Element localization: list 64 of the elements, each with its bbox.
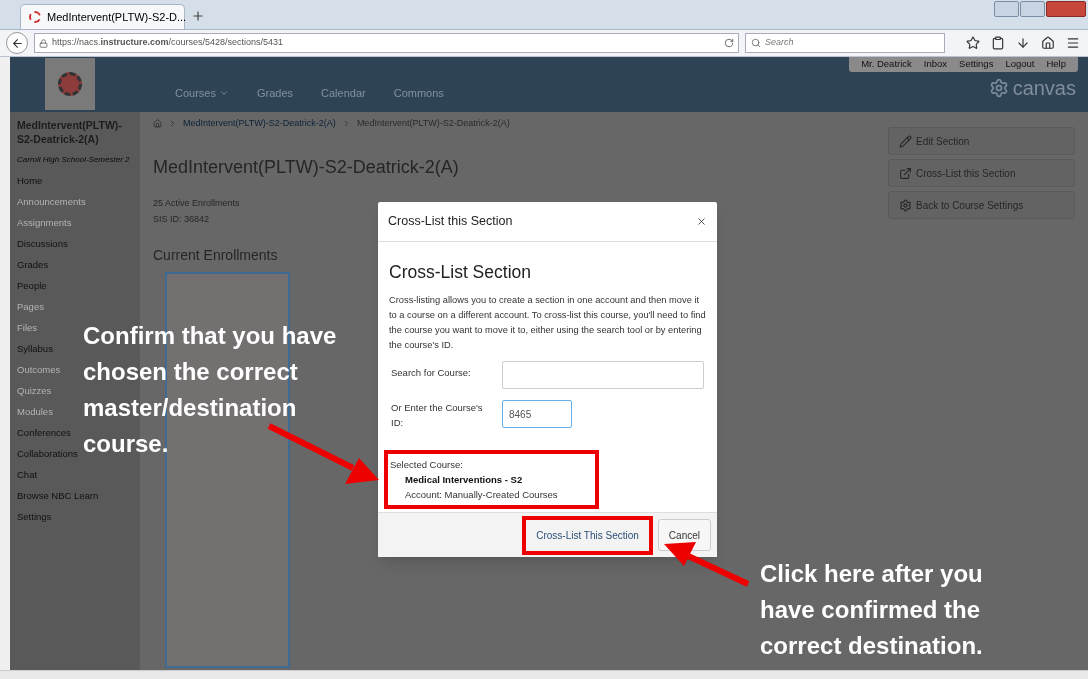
nav-link[interactable]: Grades xyxy=(256,85,294,102)
sidebar-link[interactable]: Conferences xyxy=(17,422,71,443)
home-icon[interactable] xyxy=(1041,36,1055,50)
sidebar-link[interactable]: Collaborations xyxy=(17,443,78,464)
sidebar-link[interactable]: Grades xyxy=(17,254,49,275)
page-title: MedIntervent(PLTW)-S2-Deatrick-2(A) xyxy=(153,155,459,179)
search-icon xyxy=(751,38,761,48)
annotation-text: Click here after you have confirmed the correct destination. xyxy=(760,559,983,661)
sidebar-link[interactable]: People xyxy=(17,275,47,296)
back-button[interactable] xyxy=(6,32,28,54)
sidebar-link[interactable]: Chat xyxy=(17,464,38,485)
browser-tab[interactable]: MedIntervent(PLTW)-S2-D... xyxy=(20,4,185,29)
description: Cross-listing allows you to create a section in one account and then move it to a course on a different account. To cross-list this course, you'll need to find the course you want to move it to, either using the search tool or by entering the course's ID. xyxy=(389,294,706,353)
user-menu-link[interactable]: Help xyxy=(1046,57,1066,72)
canvas-logo-icon xyxy=(988,78,1009,98)
dialog-heading: Cross-List Section xyxy=(389,261,532,284)
close-icon[interactable] xyxy=(696,216,707,227)
address-field[interactable]: https://nacs.instructure.com/courses/5428/sections/5431 xyxy=(34,33,739,53)
dialog-title: Cross-List this Section xyxy=(388,213,513,231)
search-field[interactable]: Search xyxy=(745,33,945,53)
chevron-icon xyxy=(168,119,177,129)
nav-link[interactable]: Calendar xyxy=(321,85,366,102)
user-menu-link[interactable]: Logout xyxy=(1005,57,1035,72)
section-heading: Current Enrollments xyxy=(153,245,278,265)
compass-logo xyxy=(45,58,95,110)
download-icon[interactable] xyxy=(1016,36,1030,50)
nav-link[interactable]: Commons xyxy=(393,85,444,102)
external-link-icon xyxy=(899,166,912,180)
lock-icon xyxy=(39,38,48,48)
action-button[interactable]: Back to Course Settings xyxy=(888,191,1075,219)
selected-course-account: Account: Manually-Created Courses xyxy=(404,488,559,503)
sidebar-link[interactable]: Browse NBC Learn xyxy=(17,485,99,506)
sidebar-link[interactable]: Discussions xyxy=(17,233,68,254)
user-menu-link[interactable]: Inbox xyxy=(923,57,948,72)
user-menu-link[interactable]: Settings xyxy=(959,57,994,72)
breadcrumb-link[interactable]: MedIntervent(PLTW)-S2-Deatrick-2(A) xyxy=(356,117,510,131)
brand-name: canvas xyxy=(1012,78,1076,98)
settings-icon xyxy=(899,198,912,212)
ring-icon xyxy=(29,11,41,23)
bookmark-star-icon[interactable] xyxy=(966,36,980,50)
selected-course-name: Medical Interventions - S2 xyxy=(404,473,524,488)
reload-icon[interactable] xyxy=(724,38,734,48)
term-name: Carroll High School-Semester 2 xyxy=(17,154,131,166)
action-button[interactable]: Edit Section xyxy=(888,127,1075,155)
pencil-icon xyxy=(899,134,912,148)
selected-course-label: Selected Course: xyxy=(390,458,464,473)
annotation-text: Confirm that you have chosen the correct master/destination course. xyxy=(83,321,337,459)
clipboard-icon[interactable] xyxy=(991,36,1005,50)
sidebar-link[interactable]: Home xyxy=(17,170,43,191)
user-menu-link[interactable]: Mr. Deatrick xyxy=(861,57,912,72)
course-id-field[interactable]: 8465 xyxy=(502,400,572,429)
nav-link[interactable]: Courses xyxy=(175,85,229,102)
search-input[interactable]: Search xyxy=(765,36,935,50)
sidebar-link[interactable]: Settings xyxy=(17,506,52,527)
field-label: Or Enter the Course's ID: xyxy=(390,401,484,431)
new-tab-icon[interactable] xyxy=(191,9,205,23)
enrollment-count: 25 Active Enrollments xyxy=(153,196,240,210)
breadcrumb-link[interactable]: MedIntervent(PLTW)-S2-Deatrick-2(A) xyxy=(183,117,336,131)
sidebar-link[interactable]: Syllabus xyxy=(17,338,53,359)
field-label: Search for Course: xyxy=(390,366,472,381)
course-name: MedIntervent(PLTW)-S2-Deatrick-2(A) xyxy=(17,118,123,146)
arrow-left-icon xyxy=(10,36,24,50)
menu-icon[interactable] xyxy=(1066,36,1080,50)
search-course-field[interactable] xyxy=(502,361,704,390)
